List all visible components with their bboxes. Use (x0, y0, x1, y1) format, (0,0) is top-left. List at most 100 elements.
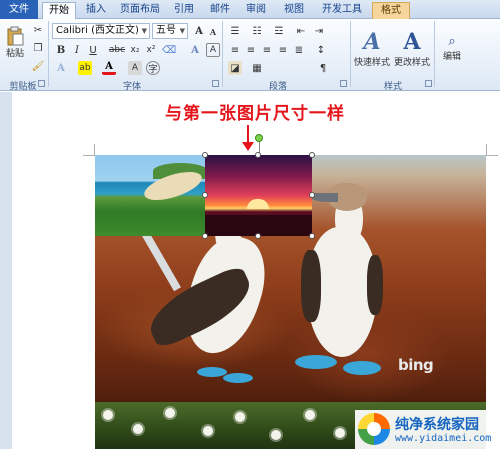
tab-page-layout[interactable]: 页面布局 (116, 2, 164, 19)
sun-shape (247, 199, 269, 209)
bird-right-foot (343, 361, 381, 375)
flower-shape (203, 426, 213, 436)
justify-icon[interactable]: ≡ (276, 43, 290, 57)
flower-shape (271, 430, 281, 440)
group-separator (350, 21, 351, 87)
flower-shape (165, 408, 175, 418)
site-watermark: 纯净系统家园 www.yidaimei.com (355, 410, 500, 449)
subscript-icon[interactable]: x₂ (128, 43, 142, 57)
grow-font-icon[interactable]: A (192, 24, 206, 38)
editing-button[interactable]: ⌕ 编辑 (438, 22, 466, 74)
resize-handle-w[interactable] (202, 192, 208, 198)
text-effect-icon[interactable]: A (54, 61, 68, 75)
tab-format[interactable]: 格式 (372, 2, 410, 19)
bird-left-tail (139, 226, 181, 292)
site-logo-title: 纯净系统家园 (395, 417, 479, 433)
multilevel-list-icon[interactable]: ☲ (272, 24, 286, 38)
group-separator (222, 21, 223, 87)
enclose-char-icon[interactable]: 字 (146, 61, 160, 75)
highlight-icon[interactable]: ab (78, 61, 92, 75)
shading-icon[interactable]: ◪ (228, 61, 242, 75)
font-name-combo[interactable]: Calibri (西文正文) ▼ (52, 23, 150, 39)
margin-corner-mark (83, 144, 95, 156)
resize-handle-s[interactable] (255, 233, 261, 239)
tab-view[interactable]: 视图 (280, 2, 308, 19)
annotation-caption: 与第一张图片尺寸一样 (165, 104, 345, 124)
strikethrough-icon[interactable]: abc (109, 43, 125, 57)
distributed-icon[interactable]: ≣ (292, 43, 306, 57)
resize-handle-nw[interactable] (202, 152, 208, 158)
font-size-combo[interactable]: 五号 ▼ (152, 23, 188, 39)
numbering-icon[interactable]: ☷ (250, 24, 264, 38)
chevron-down-icon: ▼ (179, 27, 185, 35)
change-styles-icon: A (403, 28, 421, 55)
left-gutter (0, 92, 12, 449)
ribbon-tab-bar: 文件 开始 插入 页面布局 引用 邮件 审阅 视图 开发工具 格式 (0, 0, 500, 19)
char-shading-icon[interactable]: A (128, 61, 142, 75)
editing-label: 编辑 (442, 52, 461, 62)
quick-styles-button[interactable]: A 快速样式 (354, 22, 390, 74)
tab-review[interactable]: 审阅 (242, 2, 270, 19)
decrease-indent-icon[interactable]: ⇤ (294, 24, 308, 38)
paste-button[interactable]: 粘贴 (4, 22, 26, 62)
flower-shape (305, 410, 315, 420)
quick-styles-label: 快速样式 (354, 57, 391, 68)
italic-icon[interactable]: I (70, 43, 84, 57)
change-styles-button[interactable]: A 更改样式 (394, 22, 430, 74)
styles-group-label: 样式 (383, 82, 402, 92)
ribbon: 粘贴 ✂ ❐ 🖌 剪贴板 Calibri (西文正文) ▼ 五号 ▼ A A B… (0, 19, 500, 92)
tab-home[interactable]: 开始 (42, 2, 76, 19)
font-color-icon[interactable]: A (102, 61, 116, 75)
borders-icon[interactable]: ▦ (250, 61, 264, 75)
tab-insert[interactable]: 插入 (82, 2, 110, 19)
font-launcher-icon[interactable] (212, 80, 219, 87)
chevron-down-icon: ▼ (141, 27, 147, 35)
tab-file[interactable]: 文件 (0, 0, 38, 19)
paragraph-launcher-icon[interactable] (340, 80, 347, 87)
shrink-font-icon[interactable]: A (206, 25, 220, 39)
copy-icon[interactable]: ❐ (31, 41, 45, 55)
flower-shape (335, 428, 345, 438)
align-center-icon[interactable]: ≡ (244, 43, 258, 57)
resize-handle-se[interactable] (309, 233, 315, 239)
bullets-icon[interactable]: ☰ (228, 24, 242, 38)
bold-icon[interactable]: B (54, 43, 68, 57)
binoculars-icon: ⌕ (448, 34, 456, 49)
resize-handle-ne[interactable] (309, 152, 315, 158)
margin-corner-mark (486, 144, 498, 156)
cut-icon[interactable]: ✂ (31, 23, 45, 37)
char-border-icon[interactable]: A (206, 43, 220, 57)
resize-handle-e[interactable] (309, 192, 315, 198)
paste-label: 粘贴 (5, 48, 24, 59)
flower-shape (103, 410, 113, 420)
styles-launcher-icon[interactable] (425, 80, 432, 87)
align-right-icon[interactable]: ≡ (260, 43, 274, 57)
photo-sunset-selected[interactable] (205, 155, 312, 236)
bird-right-foot (295, 355, 337, 369)
increase-indent-icon[interactable]: ⇥ (312, 24, 326, 38)
tab-developer[interactable]: 开发工具 (318, 2, 366, 19)
superscript-icon[interactable]: x² (144, 43, 158, 57)
resize-handle-n[interactable] (255, 152, 261, 158)
group-separator (48, 21, 49, 87)
tab-references[interactable]: 引用 (170, 2, 198, 19)
rotate-handle-icon[interactable] (255, 134, 263, 142)
underline-icon[interactable]: U (86, 43, 100, 57)
tab-mailings[interactable]: 邮件 (206, 2, 234, 19)
font-size-value: 五号 (156, 25, 176, 36)
flower-shape (133, 424, 143, 434)
phonetic-icon[interactable]: A (188, 43, 202, 57)
clipboard-launcher-icon[interactable] (38, 80, 45, 87)
paragraph-group-label: 段落 (268, 82, 287, 92)
bing-watermark: bing (398, 356, 434, 374)
format-painter-icon[interactable]: 🖌 (31, 59, 45, 73)
align-left-icon[interactable]: ≡ (228, 43, 242, 57)
resize-handle-sw[interactable] (202, 233, 208, 239)
arrow-down-icon (242, 142, 254, 151)
bird-left-foot (197, 367, 227, 377)
clear-format-icon[interactable]: ⌫ (162, 43, 176, 57)
line-spacing-icon[interactable]: ↕ (314, 43, 328, 57)
group-separator (434, 21, 435, 87)
photo-beach[interactable] (95, 155, 205, 236)
show-marks-icon[interactable]: ¶ (316, 61, 330, 75)
